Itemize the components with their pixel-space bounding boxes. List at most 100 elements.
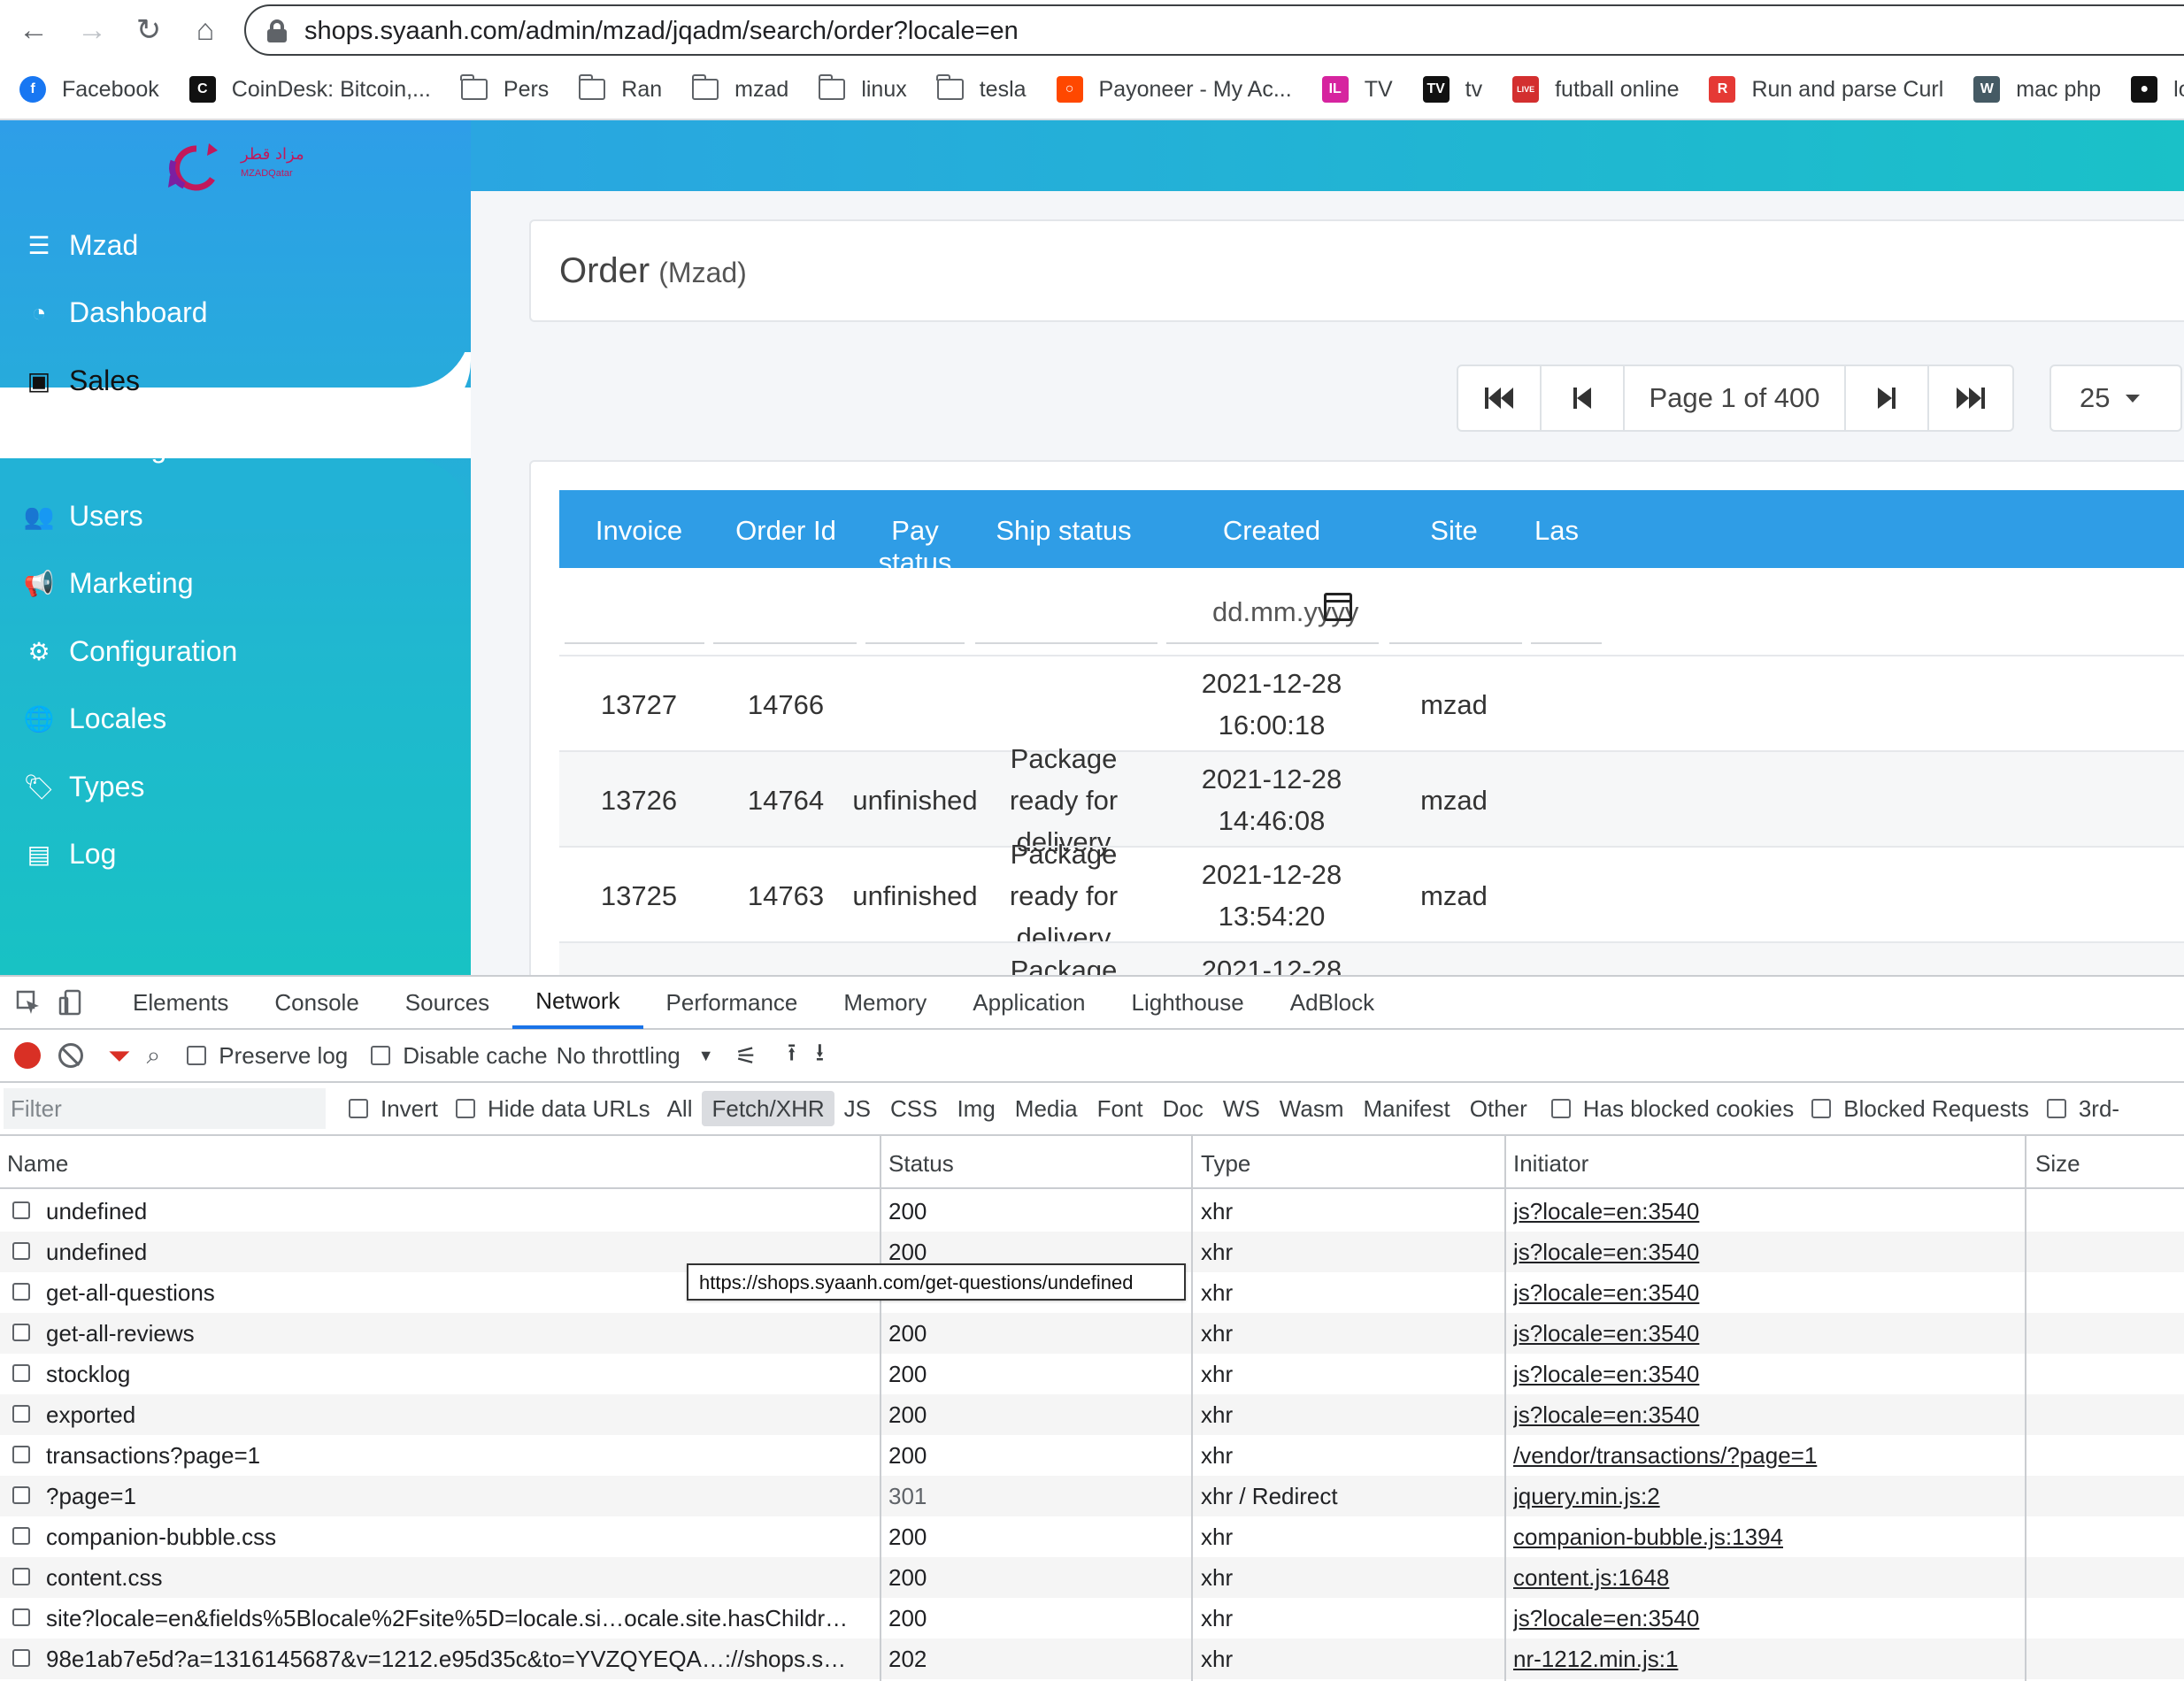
created-date-filter-input[interactable]: dd.mm.yyyy: [1166, 579, 1379, 644]
filter-type-font[interactable]: Font: [1088, 1091, 1153, 1126]
request-checkbox[interactable]: [12, 1486, 30, 1504]
devtools-tab-console[interactable]: Console: [251, 976, 381, 1029]
bookmark-item[interactable]: Ran: [578, 74, 662, 103]
order-id-filter-input[interactable]: [713, 579, 857, 644]
column-divider[interactable]: [1504, 1136, 1506, 1681]
devtools-tab-network[interactable]: Network: [512, 976, 643, 1029]
filter-type-css[interactable]: CSS: [881, 1091, 947, 1126]
filter-type-img[interactable]: Img: [947, 1091, 1004, 1126]
request-row[interactable]: 98e1ab7e5d?a=1316145687&v=1212.e95d35c&t…: [0, 1639, 2184, 1679]
column-name[interactable]: Name: [7, 1150, 68, 1178]
site-filter-input[interactable]: [1389, 579, 1522, 644]
devtools-tab-sources[interactable]: Sources: [382, 976, 512, 1029]
request-checkbox[interactable]: [12, 1527, 30, 1545]
filter-type-media[interactable]: Media: [1005, 1091, 1088, 1126]
sidebar-item-configuration[interactable]: ⚙ Configuration: [0, 622, 471, 680]
has-blocked-cookies-checkbox[interactable]: [1550, 1099, 1571, 1118]
initiator-link[interactable]: js?locale=en:3540: [1513, 1401, 1699, 1428]
bookmark-item[interactable]: linux: [818, 74, 907, 103]
network-conditions-icon[interactable]: ⚟: [735, 1041, 757, 1071]
initiator-link[interactable]: companion-bubble.js:1394: [1513, 1524, 1783, 1550]
devtools-tab-elements[interactable]: Elements: [110, 976, 251, 1029]
request-name[interactable]: exported: [46, 1401, 869, 1429]
initiator-link[interactable]: content.js:1648: [1513, 1564, 1669, 1591]
last-page-button[interactable]: [1929, 366, 2012, 430]
request-checkbox[interactable]: [12, 1608, 30, 1626]
sidebar-item-marketing[interactable]: 📢 Marketing: [0, 555, 471, 613]
import-har-icon[interactable]: ⭱: [788, 1034, 796, 1077]
last-filter-input[interactable]: [1531, 579, 1602, 644]
filter-type-all[interactable]: All: [658, 1091, 703, 1126]
bookmark-item[interactable]: tesla: [936, 74, 1027, 103]
bookmark-item[interactable]: C CoinDesk: Bitcoin,...: [188, 76, 431, 103]
filter-type-other[interactable]: Other: [1460, 1091, 1537, 1126]
request-checkbox[interactable]: [12, 1405, 30, 1423]
bookmark-item[interactable]: Pers: [460, 74, 549, 103]
request-checkbox[interactable]: [12, 1283, 30, 1301]
column-initiator[interactable]: Initiator: [1513, 1150, 1588, 1178]
clear-icon[interactable]: [58, 1043, 83, 1068]
request-name[interactable]: undefined: [46, 1198, 869, 1225]
column-header-site[interactable]: Site: [1388, 515, 1520, 547]
first-page-button[interactable]: [1458, 366, 1542, 430]
device-toolbar-icon[interactable]: [50, 976, 92, 1029]
export-har-icon[interactable]: ⭳: [816, 1034, 825, 1077]
prev-page-button[interactable]: [1542, 366, 1625, 430]
filter-funnel-icon[interactable]: ⏷: [108, 1041, 131, 1070]
third-party-checkbox[interactable]: [2046, 1099, 2066, 1118]
request-name[interactable]: ?page=1: [46, 1483, 869, 1510]
column-header-order-id[interactable]: Order Id: [715, 515, 857, 547]
column-type[interactable]: Type: [1201, 1150, 1250, 1178]
column-divider[interactable]: [880, 1136, 881, 1681]
pay-status-filter-input[interactable]: [865, 579, 965, 644]
filter-type-js[interactable]: JS: [834, 1091, 881, 1126]
invert-checkbox[interactable]: [349, 1099, 368, 1118]
sidebar-item-mzad[interactable]: ☰ Mzad: [0, 216, 471, 274]
next-page-button[interactable]: [1846, 366, 1929, 430]
table-row[interactable]: 1372414762unfinished Package ready for 202…: [559, 941, 2184, 975]
column-status[interactable]: Status: [888, 1150, 954, 1178]
initiator-link[interactable]: js?locale=en:3540: [1513, 1605, 1699, 1631]
request-name[interactable]: stocklog: [46, 1361, 869, 1388]
bookmark-item[interactable]: ○ Payoneer - My Ac...: [1056, 76, 1292, 103]
initiator-link[interactable]: jquery.min.js:2: [1513, 1483, 1660, 1509]
request-row[interactable]: ?page=1 301 xhr / Redirect jquery.min.js:2: [0, 1476, 2184, 1516]
filter-type-ws[interactable]: WS: [1213, 1091, 1270, 1126]
bookmark-item[interactable]: mzad: [691, 74, 788, 103]
bookmark-item[interactable]: Wmac php: [1973, 76, 2101, 103]
request-row[interactable]: site?locale=en&fields%5Blocale%2Fsite%5D…: [0, 1598, 2184, 1639]
request-row[interactable]: content.css 200 xhr content.js:1648: [0, 1557, 2184, 1598]
bookmark-item[interactable]: LIVE futball online: [1512, 76, 1679, 103]
column-size[interactable]: Size: [2035, 1150, 2080, 1178]
request-name[interactable]: site?locale=en&fields%5Blocale%2Fsite%5D…: [46, 1605, 869, 1632]
throttling-select[interactable]: No throttling: [557, 1042, 681, 1070]
sidebar-item-types[interactable]: 🏷 Types: [0, 757, 471, 816]
column-divider[interactable]: [2025, 1136, 2026, 1681]
bookmark-item[interactable]: TV tv: [1422, 76, 1482, 103]
bookmark-item[interactable]: R Run and parse Curl: [1709, 76, 1943, 103]
bookmark-item[interactable]: IL TV: [1321, 76, 1393, 103]
initiator-link[interactable]: js?locale=en:3540: [1513, 1279, 1699, 1306]
table-row[interactable]: 13727 14766 2021-12-28 16:00:18 mzad: [559, 655, 2184, 750]
devtools-tab-lighthouse[interactable]: Lighthouse: [1109, 976, 1267, 1029]
back-arrow-icon[interactable]: ←: [12, 9, 55, 51]
initiator-link[interactable]: /vendor/transactions/?page=1: [1513, 1442, 1817, 1469]
request-row[interactable]: stocklog 200 xhr js?locale=en:3540: [0, 1354, 2184, 1394]
column-header-created[interactable]: Created: [1166, 515, 1377, 547]
request-checkbox[interactable]: [12, 1201, 30, 1219]
request-checkbox[interactable]: [12, 1568, 30, 1585]
filter-type-manifest[interactable]: Manifest: [1354, 1091, 1460, 1126]
request-row[interactable]: companion-bubble.css 200 xhr companion-bubb…: [0, 1516, 2184, 1557]
filter-type-wasm[interactable]: Wasm: [1270, 1091, 1354, 1126]
initiator-link[interactable]: js?locale=en:3540: [1513, 1239, 1699, 1265]
request-name[interactable]: transactions?page=1: [46, 1442, 869, 1470]
page-size-select[interactable]: 25: [2049, 365, 2182, 432]
request-checkbox[interactable]: [12, 1446, 30, 1463]
url-text[interactable]: shops.syaanh.com/admin/mzad/jqadm/search…: [304, 17, 1019, 46]
record-icon[interactable]: [14, 1042, 41, 1069]
ship-status-filter-input[interactable]: [975, 579, 1157, 644]
table-row[interactable]: 13725 14763 unfinished Package ready for de…: [559, 839, 2184, 953]
disable-cache-checkbox[interactable]: [371, 1046, 391, 1065]
filter-type-doc[interactable]: Doc: [1153, 1091, 1213, 1126]
request-row[interactable]: transactions?page=1 200 xhr/vendor/transac…: [0, 1435, 2184, 1476]
